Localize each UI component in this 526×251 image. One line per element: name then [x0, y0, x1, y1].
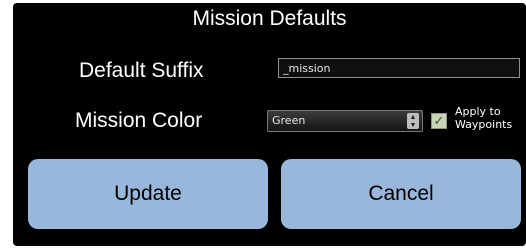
dialog-title: Mission Defaults [192, 7, 347, 30]
mission-color-select[interactable]: Green ▲ ▼ [267, 110, 423, 132]
updown-arrows-icon[interactable]: ▲ ▼ [407, 113, 419, 129]
mission-color-label: Mission Color [75, 109, 203, 132]
default-suffix-label: Default Suffix [79, 59, 204, 82]
apply-to-waypoints-label: Apply to Waypoints [455, 105, 512, 131]
apply-label-line2: Waypoints [455, 118, 513, 131]
mission-defaults-dialog: Mission Defaults Default Suffix Mission … [13, 3, 526, 246]
mission-color-value: Green [272, 114, 306, 127]
checkmark-icon: ✓ [433, 113, 445, 128]
apply-to-waypoints-checkbox[interactable]: ✓ [431, 113, 447, 129]
update-button[interactable]: Update [28, 159, 268, 229]
cancel-button[interactable]: Cancel [281, 159, 521, 229]
default-suffix-input[interactable] [278, 58, 520, 78]
apply-label-line1: Apply to [455, 105, 501, 118]
